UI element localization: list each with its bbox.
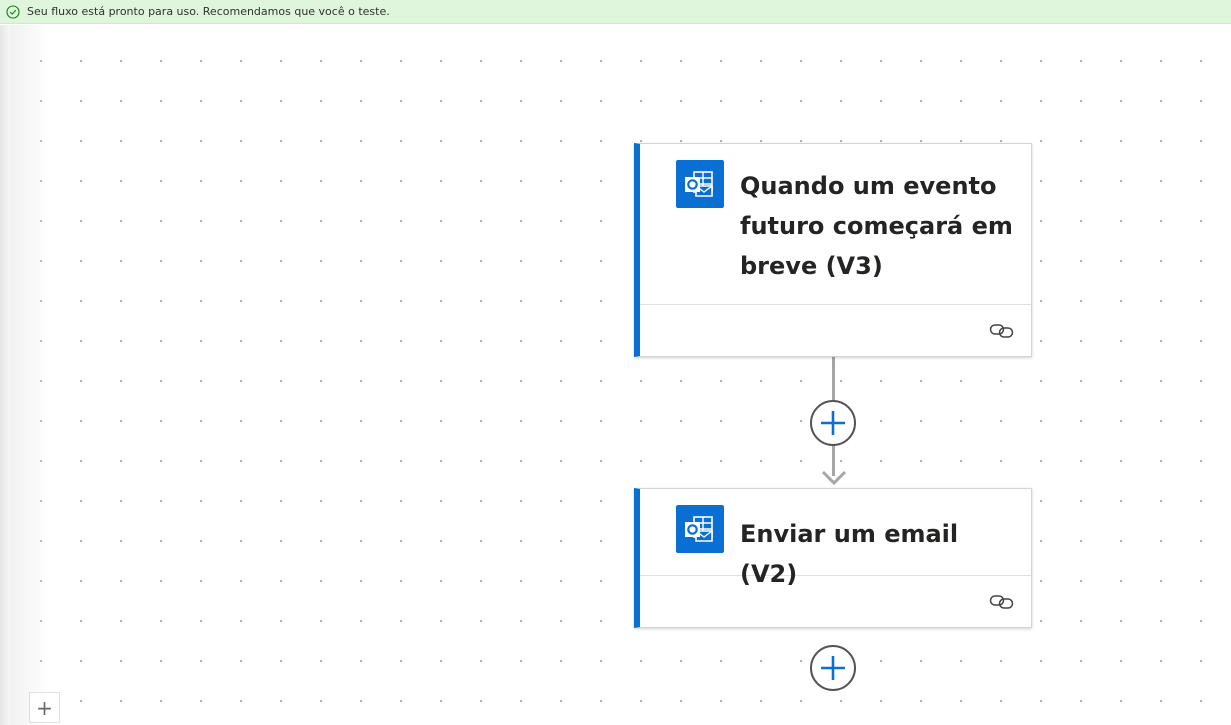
flow-step-trigger[interactable]: Quando um evento futuro começará em brev… — [634, 143, 1032, 357]
check-circle-icon — [6, 4, 20, 19]
add-step-button[interactable] — [810, 400, 856, 446]
step-footer — [640, 576, 1031, 626]
link-icon[interactable] — [989, 322, 1015, 340]
connector-arrow — [821, 470, 847, 486]
link-icon[interactable] — [989, 593, 1015, 611]
flow-step-action[interactable]: Enviar um email (V2) — [634, 488, 1032, 628]
plus-icon — [821, 411, 845, 435]
canvas-left-edge — [0, 25, 10, 725]
outlook-icon — [676, 160, 724, 208]
outlook-icon — [676, 505, 724, 553]
connector-line — [832, 357, 835, 402]
banner-message: Seu fluxo está pronto para uso. Recomend… — [27, 5, 390, 18]
zoom-in-button[interactable]: + — [29, 692, 60, 723]
step-footer — [640, 305, 1031, 355]
canvas-left-fade — [10, 25, 50, 725]
step-header[interactable]: Enviar um email (V2) — [640, 489, 1031, 588]
plus-icon — [821, 656, 845, 680]
step-header[interactable]: Quando um evento futuro começará em brev… — [640, 144, 1031, 304]
status-banner: Seu fluxo está pronto para uso. Recomend… — [0, 0, 1231, 24]
zoom-in-label: + — [36, 695, 53, 720]
add-step-button-end[interactable] — [810, 645, 856, 691]
step-title: Quando um evento futuro começará em brev… — [740, 172, 1013, 280]
flow-canvas[interactable] — [10, 25, 1231, 725]
